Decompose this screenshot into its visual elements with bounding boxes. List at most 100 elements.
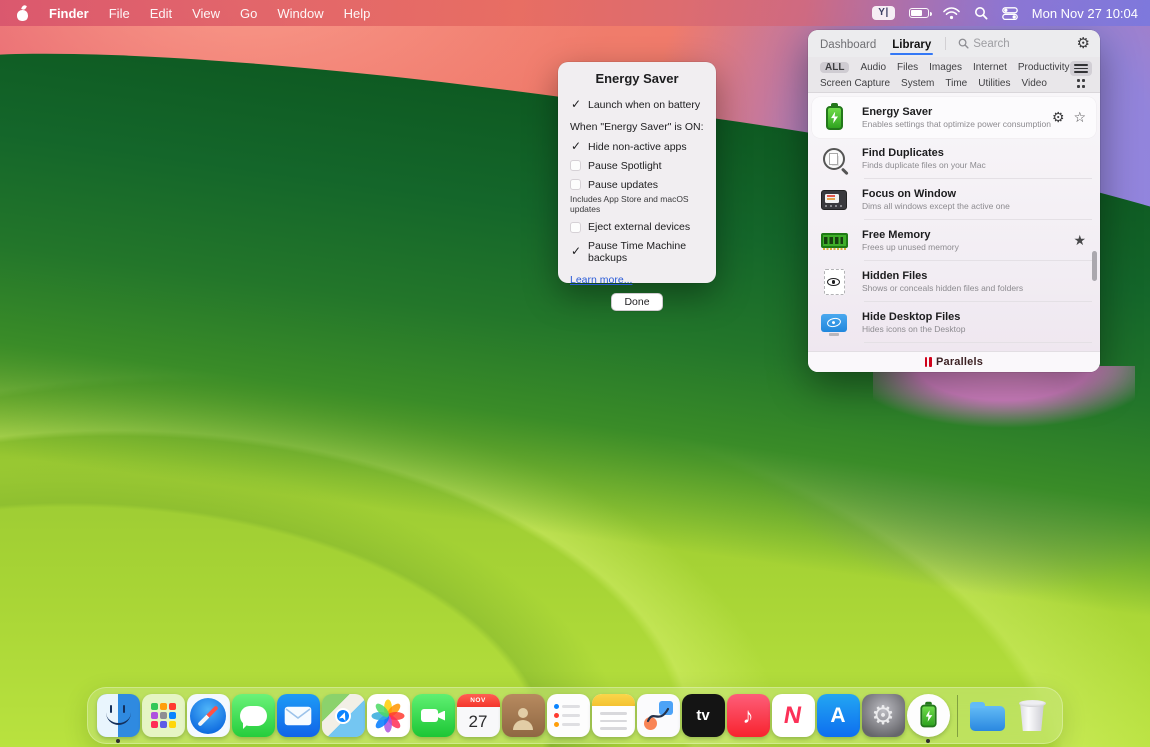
desktop: Finder File Edit View Go Window Help Y| xyxy=(0,0,1150,747)
dock-icon-downloads-folder[interactable] xyxy=(965,691,1009,741)
option-pause-spotlight[interactable]: Pause Spotlight xyxy=(570,159,704,172)
parallels-toolbox-window: Dashboard Library ⚙ ALL Audio Files Imag… xyxy=(808,30,1100,372)
filter-all[interactable]: ALL xyxy=(820,62,849,73)
tool-row-focus-on-window[interactable]: Focus on Window Dims all windows except … xyxy=(808,179,1100,220)
menu-go[interactable]: Go xyxy=(240,6,257,21)
dock-icon-finder[interactable] xyxy=(96,691,140,741)
wifi-icon[interactable] xyxy=(943,7,960,20)
favorite-star-filled-icon[interactable]: ★ xyxy=(1073,232,1086,249)
parallels-toolbox-menu-icon[interactable]: Y| xyxy=(872,6,894,20)
parallels-logo-icon xyxy=(925,357,932,367)
filter-screen-capture[interactable]: Screen Capture xyxy=(820,78,890,89)
checkbox-unchecked[interactable] xyxy=(570,160,581,171)
desktop-eye-icon xyxy=(818,307,850,339)
dock-icon-app-store[interactable]: A xyxy=(816,691,860,741)
tab-dashboard[interactable]: Dashboard xyxy=(818,33,878,55)
dock-icon-contacts[interactable] xyxy=(501,691,545,741)
dock-icon-energy-saver[interactable] xyxy=(906,691,950,741)
toolbox-header: Dashboard Library ⚙ xyxy=(808,30,1100,57)
dock-icon-news[interactable]: N xyxy=(771,691,815,741)
filter-time[interactable]: Time xyxy=(945,78,967,89)
filter-images[interactable]: Images xyxy=(929,62,962,73)
dock-icon-mail[interactable] xyxy=(276,691,320,741)
scrollbar-thumb[interactable] xyxy=(1092,251,1097,281)
dock-icon-trash[interactable] xyxy=(1010,691,1054,741)
hidden-file-eye-icon xyxy=(818,266,850,298)
option-pause-time-machine[interactable]: Pause Time Machine backups xyxy=(570,240,704,264)
menu-bar-clock[interactable]: Mon Nov 27 10:04 xyxy=(1032,6,1138,21)
wallpaper-highlight xyxy=(0,0,621,179)
list-view-button[interactable] xyxy=(1070,61,1092,76)
dock-icon-photos[interactable] xyxy=(366,691,410,741)
checkbox-checked[interactable] xyxy=(570,141,581,152)
tool-list: Energy Saver Enables settings that optim… xyxy=(808,93,1100,351)
tv-glyph: tv xyxy=(696,707,709,724)
dock-icon-notes[interactable] xyxy=(591,691,635,741)
tool-row-hide-desktop-files[interactable]: Hide Desktop Files Hides icons on the De… xyxy=(808,302,1100,343)
wallpaper-pink-blob xyxy=(873,366,1135,428)
checkbox-unchecked[interactable] xyxy=(570,179,581,190)
checkbox-checked[interactable] xyxy=(570,99,581,110)
option-hide-non-active[interactable]: Hide non-active apps xyxy=(570,140,704,153)
dock-icon-calendar[interactable]: NOV 27 xyxy=(456,691,500,741)
dock-separator xyxy=(957,695,958,737)
dialog-section-label: When "Energy Saver" is ON: xyxy=(570,121,704,133)
spotlight-search-icon[interactable] xyxy=(974,6,988,20)
dock-icon-maps[interactable] xyxy=(321,691,365,741)
menu-window[interactable]: Window xyxy=(277,6,323,21)
dock-icon-freeform[interactable] xyxy=(636,691,680,741)
parallels-brand-name: Parallels xyxy=(936,356,983,368)
battery-icon[interactable] xyxy=(909,8,929,18)
gear-glyph: ⚙ xyxy=(871,700,894,731)
option-eject-devices[interactable]: Eject external devices xyxy=(570,221,704,234)
tool-row-free-memory[interactable]: Free Memory Frees up unused memory ★ xyxy=(808,220,1100,261)
battery-energy-icon xyxy=(818,102,850,134)
dock-icon-apple-tv[interactable]: tv xyxy=(681,691,725,741)
filter-productivity[interactable]: Productivity xyxy=(1018,62,1070,73)
dialog-title: Energy Saver xyxy=(570,71,704,86)
menu-view[interactable]: View xyxy=(192,6,220,21)
filter-system[interactable]: System xyxy=(901,78,934,89)
filter-files[interactable]: Files xyxy=(897,62,918,73)
dock-icon-reminders[interactable] xyxy=(546,691,590,741)
dock-icon-launchpad[interactable] xyxy=(141,691,185,741)
option-launch-on-battery[interactable]: Launch when on battery xyxy=(570,98,704,111)
search-icon xyxy=(958,38,969,49)
dock-icon-messages[interactable] xyxy=(231,691,275,741)
tool-row-find-duplicates[interactable]: Find Duplicates Finds duplicate files on… xyxy=(808,138,1100,179)
dock-icon-system-settings[interactable]: ⚙ xyxy=(861,691,905,741)
filter-utilities[interactable]: Utilities xyxy=(978,78,1010,89)
control-center-icon[interactable] xyxy=(1002,7,1018,20)
filter-audio[interactable]: Audio xyxy=(860,62,886,73)
done-button[interactable]: Done xyxy=(611,293,662,311)
energy-saver-dialog: Energy Saver Launch when on battery When… xyxy=(558,62,716,283)
magnifier-duplicates-icon xyxy=(818,143,850,175)
tool-row-hidden-files[interactable]: Hidden Files Shows or conceals hidden fi… xyxy=(808,261,1100,302)
filter-internet[interactable]: Internet xyxy=(973,62,1007,73)
search-field[interactable] xyxy=(958,38,1064,50)
calendar-day: 27 xyxy=(469,707,488,737)
focus-window-icon xyxy=(818,184,850,216)
filter-video[interactable]: Video xyxy=(1021,78,1046,89)
checkbox-checked[interactable] xyxy=(570,246,581,257)
tool-row-energy-saver[interactable]: Energy Saver Enables settings that optim… xyxy=(812,97,1096,138)
music-note-glyph: ♪ xyxy=(743,703,754,729)
menu-file[interactable]: File xyxy=(109,6,130,21)
dock-icon-facetime[interactable] xyxy=(411,691,455,741)
dock-icon-safari[interactable] xyxy=(186,691,230,741)
menu-edit[interactable]: Edit xyxy=(150,6,172,21)
tab-library[interactable]: Library xyxy=(890,33,933,55)
dock-icon-music[interactable]: ♪ xyxy=(726,691,770,741)
option-pause-updates[interactable]: Pause updates xyxy=(570,178,704,191)
checkbox-unchecked[interactable] xyxy=(570,222,581,233)
learn-more-link[interactable]: Learn more... xyxy=(570,274,632,286)
news-glyph: N xyxy=(782,702,804,730)
menu-app-name[interactable]: Finder xyxy=(49,6,89,21)
menu-help[interactable]: Help xyxy=(344,6,371,21)
grid-view-button[interactable] xyxy=(1077,79,1086,88)
settings-gear-icon[interactable]: ⚙ xyxy=(1077,36,1090,51)
tool-settings-gear-icon[interactable]: ⚙ xyxy=(1052,109,1065,126)
search-input[interactable] xyxy=(973,38,1063,50)
favorite-star-outline-icon[interactable]: ☆ xyxy=(1073,109,1086,126)
apple-menu-icon[interactable] xyxy=(16,6,29,21)
